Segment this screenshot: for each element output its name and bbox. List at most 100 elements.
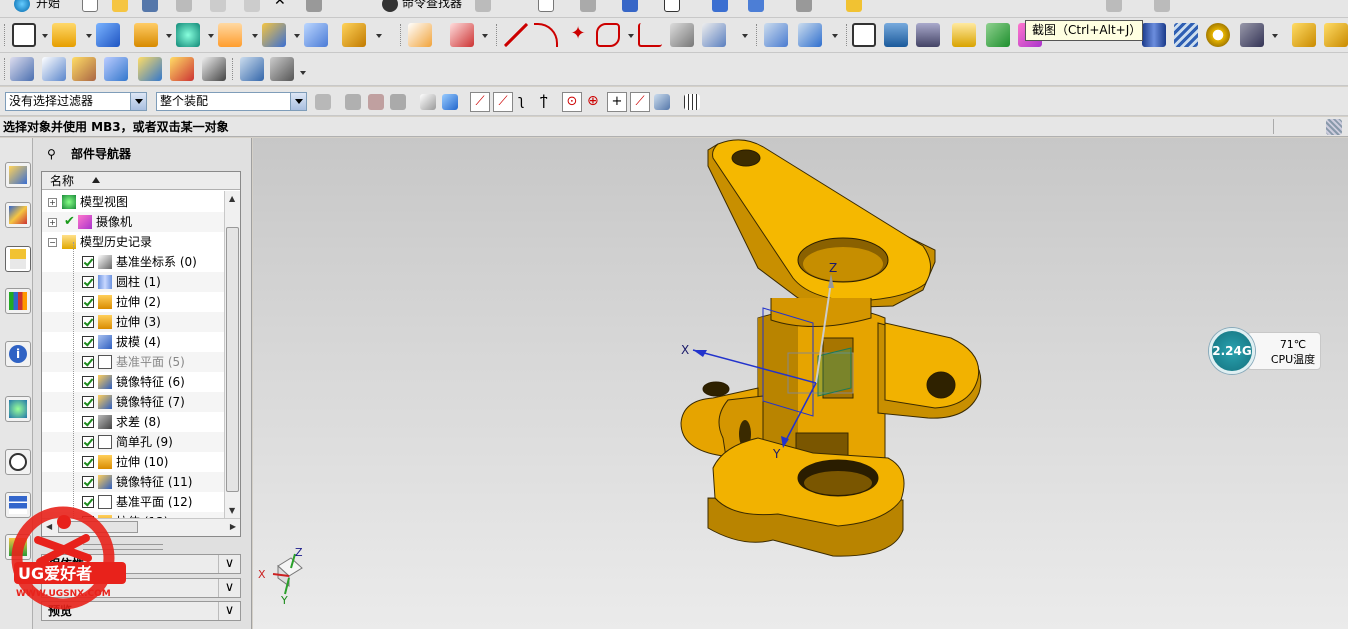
mirror-assembly-icon[interactable] (138, 57, 162, 81)
open-icon[interactable] (112, 0, 128, 12)
point-icon[interactable]: ✦ (566, 23, 590, 47)
full-screen-icon[interactable] (1326, 119, 1342, 135)
assembly-2-icon[interactable] (1324, 23, 1348, 47)
start-button[interactable]: 开始 (36, 0, 60, 11)
feature-row[interactable]: 基准平面 (5) (42, 352, 224, 372)
assembly-icon[interactable] (1292, 23, 1316, 47)
feature-row[interactable]: 求差 (8) (42, 412, 224, 432)
reuse-library-tab[interactable] (5, 288, 31, 314)
tree-node[interactable]: + ✔ 摄像机 (42, 212, 224, 232)
box-icon[interactable] (342, 23, 366, 47)
trim-body-icon[interactable] (304, 23, 328, 47)
feature-checkbox[interactable] (82, 456, 94, 468)
toolbar-grip[interactable] (232, 58, 235, 80)
toolbar-grip[interactable] (756, 24, 759, 46)
toolbar-grip[interactable] (400, 24, 403, 46)
feature-checkbox[interactable] (82, 296, 94, 308)
orient-view-icon[interactable] (712, 0, 728, 12)
surface-icon[interactable] (764, 23, 788, 47)
feature-checkbox[interactable] (82, 316, 94, 328)
clearance-icon[interactable] (270, 57, 294, 81)
expand-icon[interactable]: + (48, 218, 57, 227)
move-component-icon[interactable] (104, 57, 128, 81)
save-icon[interactable] (142, 0, 158, 12)
chevron-down-icon[interactable] (208, 34, 214, 38)
chevron-down-icon[interactable] (300, 71, 306, 75)
toolbar-grip[interactable] (4, 58, 7, 80)
feature-row[interactable]: 镜像特征 (11) (42, 472, 224, 492)
add-component-icon[interactable] (10, 57, 34, 81)
feature-row[interactable]: 拉伸 (2) (42, 292, 224, 312)
feature-checkbox[interactable] (82, 356, 94, 368)
history-tab[interactable] (5, 449, 31, 475)
shaded-icon[interactable] (622, 0, 638, 12)
feature-checkbox[interactable] (82, 436, 94, 448)
scroll-up-icon[interactable]: ▲ (229, 194, 235, 203)
feature-checkbox[interactable] (82, 476, 94, 488)
feature-row[interactable]: 拔模 (4) (42, 332, 224, 352)
chevron-down-icon[interactable] (742, 34, 748, 38)
array-component-icon[interactable] (170, 57, 194, 81)
paste-icon[interactable] (244, 0, 260, 12)
snap-endpoint-button[interactable]: ⟋ (470, 92, 490, 112)
scroll-down-icon[interactable]: ▼ (229, 506, 235, 515)
shell-icon[interactable] (262, 23, 286, 47)
chevron-down-icon[interactable] (482, 34, 488, 38)
music-icon[interactable] (1106, 0, 1122, 12)
chevron-down-icon[interactable] (130, 93, 146, 110)
snap-intersection-icon[interactable]: ϯ (540, 94, 556, 110)
web-browser-tab[interactable] (5, 396, 31, 422)
feature-row[interactable]: 镜像特征 (7) (42, 392, 224, 412)
feature-row[interactable]: 简单孔 (9) (42, 432, 224, 452)
selection-scope-select[interactable]: 整个装配 (156, 92, 307, 111)
cpu-monitor-widget[interactable]: 71℃ CPU温度 2.24G (1209, 328, 1321, 374)
feature-checkbox[interactable] (82, 396, 94, 408)
wave-link-icon[interactable] (240, 57, 264, 81)
feature-row[interactable]: 镜像特征 (6) (42, 372, 224, 392)
command-finder-icon[interactable] (382, 0, 398, 12)
graphics-window[interactable]: X Z Y Z X Y (253, 138, 1348, 629)
measure-icon[interactable] (796, 0, 812, 12)
command-finder-button[interactable]: 命令查找器 (402, 0, 462, 11)
scroll-right-icon[interactable]: ▶ (230, 522, 236, 531)
bearing-icon[interactable] (1206, 23, 1230, 47)
pattern-icon[interactable] (134, 23, 158, 47)
sketch-icon[interactable] (580, 0, 596, 12)
chevron-down-icon[interactable] (86, 34, 92, 38)
curve-icon[interactable] (638, 23, 662, 47)
favorite-star-icon[interactable] (475, 0, 491, 12)
chevron-down-icon[interactable] (290, 93, 306, 110)
layer-icon[interactable] (748, 0, 764, 12)
column-header-name[interactable]: 名称 (42, 172, 240, 190)
feature-checkbox[interactable] (82, 336, 94, 348)
arc-icon[interactable] (534, 23, 558, 47)
part-navigator-tab[interactable] (5, 246, 31, 272)
view-triad[interactable]: Z X Y (258, 546, 303, 607)
stack-icon[interactable] (916, 23, 940, 47)
feature-checkbox[interactable] (82, 416, 94, 428)
select-body-icon[interactable] (420, 94, 436, 110)
constraint-navigator-tab[interactable] (5, 202, 31, 228)
edit-feature-icon[interactable] (408, 23, 432, 47)
cut-icon[interactable] (176, 0, 192, 12)
feature-row[interactable]: 拉伸 (3) (42, 312, 224, 332)
sketch-rectangle-icon[interactable] (12, 23, 36, 47)
part-model[interactable] (680, 139, 982, 557)
undo-icon[interactable] (306, 0, 322, 12)
chevron-down-icon[interactable]: ∨ (218, 602, 240, 620)
grid-icon[interactable] (684, 94, 700, 110)
feature-row[interactable]: 基准坐标系 (0) (42, 252, 224, 272)
offset-curve-icon[interactable] (702, 23, 726, 47)
check-tool-icon[interactable] (986, 23, 1010, 47)
select-solid-icon[interactable] (442, 94, 458, 110)
chevron-down-icon[interactable] (166, 34, 172, 38)
feature-checkbox[interactable] (82, 276, 94, 288)
tools-icon[interactable] (1240, 23, 1264, 47)
chevron-down-icon[interactable] (42, 34, 48, 38)
chevron-down-icon[interactable]: ∨ (218, 555, 240, 573)
chevron-down-icon[interactable] (294, 34, 300, 38)
spring-icon[interactable] (1174, 23, 1198, 47)
copy-icon[interactable] (210, 0, 226, 12)
line-icon[interactable] (504, 23, 528, 47)
collapse-icon[interactable]: − (48, 238, 57, 247)
